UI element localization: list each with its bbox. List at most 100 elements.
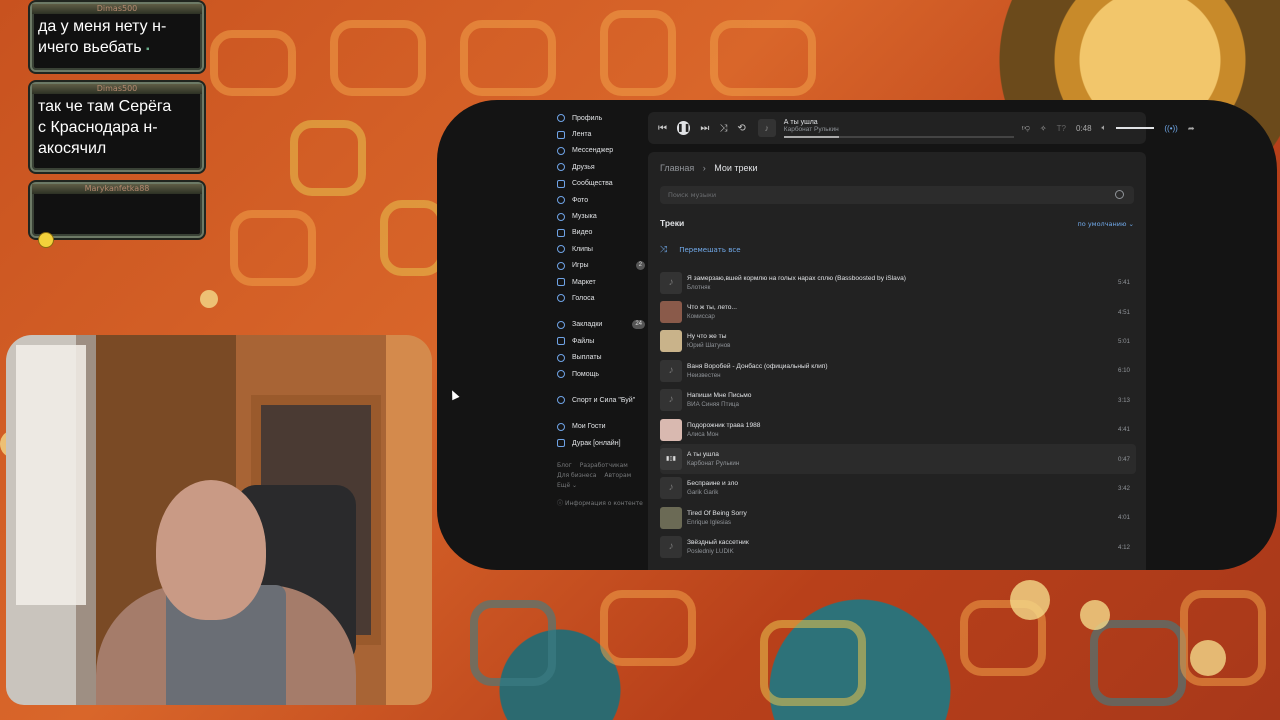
sidebar-item-payments[interactable]: Выплаты xyxy=(557,349,657,365)
sidebar-item-label: Закладки xyxy=(572,321,603,329)
footer-more-link[interactable]: Ещё ⌄ xyxy=(557,482,577,489)
album-cover[interactable] xyxy=(660,506,682,529)
feed-icon xyxy=(557,130,565,139)
sidebar-item-friends[interactable]: Друзья xyxy=(557,159,657,175)
background-pattern xyxy=(210,30,296,96)
track-artist[interactable]: Комиссар xyxy=(687,312,1118,321)
bookmarks-icon xyxy=(557,320,565,329)
content-info-link[interactable]: Информация о контенте xyxy=(565,500,643,507)
album-cover[interactable] xyxy=(660,301,682,324)
sidebar-item-label: Видео xyxy=(572,229,593,237)
track-row[interactable]: ♪ Беспраине и зло Garik Garik 3:42 xyxy=(660,474,1136,503)
chat-text: да у меня нету н- ичего вьебать ▪ xyxy=(32,14,202,66)
sidebar-item-video[interactable]: Видео xyxy=(557,225,657,241)
track-duration: 4:12 xyxy=(1117,543,1130,551)
tracks-section-title: Треки xyxy=(660,218,685,228)
broadcast-icon[interactable]: ((•)) xyxy=(1164,124,1177,133)
track-row[interactable]: Tired Of Being Sorry Enrique Iglesias 4:01 xyxy=(660,503,1136,532)
communities-icon xyxy=(557,179,565,188)
now-playing-artist[interactable]: Карбонат Рулькин xyxy=(784,126,1014,133)
breadcrumb-home[interactable]: Главная xyxy=(660,163,694,173)
sidebar-item-communities[interactable]: Сообщества xyxy=(557,176,657,192)
album-cover[interactable] xyxy=(660,330,682,353)
nav-gap xyxy=(557,382,657,392)
music-note-icon[interactable]: ♪ xyxy=(660,536,682,559)
footer-business-link[interactable]: Для бизнеса xyxy=(557,472,596,479)
background-pattern xyxy=(1090,620,1186,706)
next-track-icon[interactable]: ⏭ xyxy=(700,123,709,134)
track-artist[interactable]: Юрий Шатунов xyxy=(687,341,1118,350)
footer-authors-link[interactable]: Авторам xyxy=(604,472,631,479)
track-duration: 3:42 xyxy=(1117,484,1130,492)
chat-text: так че там Серёга с Краснодара н- акосяч… xyxy=(38,98,172,157)
group-icon xyxy=(557,396,565,405)
track-row[interactable]: Что ж ты, лето... Комиссар 4:51 xyxy=(660,297,1136,326)
track-artist[interactable]: ВИА Синяя Птица xyxy=(687,400,1118,409)
lyrics-icon[interactable]: T? xyxy=(1057,124,1066,133)
sidebar-item-market[interactable]: Маркет xyxy=(557,274,657,290)
sidebar-item-label: Файлы xyxy=(572,337,595,345)
track-row[interactable]: ♪ Напиши Мне Письмо ВИА Синяя Птица 3:13 xyxy=(660,386,1136,415)
track-artist[interactable]: Блотняк xyxy=(687,283,1118,292)
track-row[interactable]: Подорожник трава 1988 Алиса Мон 4:41 xyxy=(660,415,1136,444)
track-row[interactable]: ♪ Ваня Воробей - Донбасс (официальный кли… xyxy=(660,356,1136,385)
chat-message: Dimas500 да у меня нету н- ичего вьебать… xyxy=(30,2,204,72)
track-artist[interactable]: Posledniy LUDIK xyxy=(687,547,1118,556)
progress-bar[interactable] xyxy=(783,135,1014,138)
footer-devs-link[interactable]: Разработчикам xyxy=(580,462,628,469)
volume-icon[interactable]: 🔈︎ xyxy=(1102,123,1107,133)
track-info: Беспраине и зло Garik Garik xyxy=(687,479,1118,497)
sidebar-item-label: Игры xyxy=(572,262,589,270)
sidebar-item-music[interactable]: Музыка xyxy=(557,208,657,224)
music-note-icon[interactable]: ♪ xyxy=(660,271,682,294)
shuffle-all-button[interactable]: ⤨ Перемешать все xyxy=(660,245,741,255)
music-note-icon[interactable]: ♪ xyxy=(660,477,682,500)
sidebar-item-apps[interactable]: Мои Гости xyxy=(557,419,657,435)
sidebar-item-profile[interactable]: Профиль xyxy=(557,110,657,126)
cookie-emoji-icon xyxy=(38,231,54,248)
audio-player: ⏮ ❚❚ ⏭ ⤨ ⟲ ♪ А ты ушла Карбонат Рулькин … xyxy=(648,112,1195,144)
playing-equalizer-icon[interactable]: ▮▯▮ xyxy=(660,448,682,471)
profile-icon xyxy=(557,114,565,123)
search-icon[interactable] xyxy=(1115,190,1124,199)
track-artist[interactable]: Алиса Мон xyxy=(687,430,1118,439)
track-artist[interactable]: Карбонат Рулькин xyxy=(687,459,1118,468)
previous-track-icon[interactable]: ⏮ xyxy=(658,123,667,134)
sidebar-item-games[interactable]: Игры 2 xyxy=(557,258,657,274)
track-row[interactable]: Ну что же ты Юрий Шатунов 5:01 xyxy=(660,327,1136,356)
sidebar-item-bookmarks[interactable]: Закладки 24 xyxy=(557,317,657,333)
sidebar-item-clips[interactable]: Клипы xyxy=(557,241,657,257)
share-icon[interactable]: ➦ xyxy=(1188,124,1195,133)
track-artist[interactable]: Enrique Iglesias xyxy=(687,518,1118,527)
sort-dropdown[interactable]: по умолчанию ⌄ xyxy=(1078,220,1134,228)
sidebar-item-game[interactable]: Дурак [онлайн] xyxy=(557,435,657,451)
music-note-icon[interactable]: ♪ xyxy=(660,359,682,382)
apps-icon xyxy=(557,422,565,431)
track-row[interactable]: ♪ Звёздный кассетник Posledniy LUDIK 4:12 xyxy=(660,533,1136,562)
dislike-icon[interactable]: 👎︎ xyxy=(1022,123,1030,133)
volume-slider[interactable] xyxy=(1116,127,1155,129)
sparkle-icon[interactable]: ✧ xyxy=(1040,124,1047,133)
album-cover[interactable] xyxy=(660,418,682,441)
sidebar-item-files[interactable]: Файлы xyxy=(557,333,657,349)
shuffle-icon[interactable]: ⤨ xyxy=(719,123,727,134)
track-row[interactable]: ♪ Я замерзаю,вшей кормлю на голых нарах с… xyxy=(660,268,1136,297)
breadcrumb-separator: › xyxy=(702,163,706,173)
track-duration: 5:01 xyxy=(1117,337,1130,345)
music-note-icon[interactable]: ♪ xyxy=(660,389,682,412)
sidebar-item-label: Профиль xyxy=(572,114,603,122)
sidebar-item-help[interactable]: Помощь xyxy=(557,366,657,382)
track-row[interactable]: ▮▯▮ А ты ушла Карбонат Рулькин 0:47 xyxy=(660,444,1136,474)
sidebar-item-messenger[interactable]: Мессенджер xyxy=(557,143,657,159)
sidebar-item-group[interactable]: Спорт и Сила "Буй" xyxy=(557,392,657,408)
sidebar-item-votes[interactable]: Голоса xyxy=(557,290,657,306)
track-artist[interactable]: Garik Garik xyxy=(687,488,1118,497)
sidebar-item-label: Маркет xyxy=(572,278,596,286)
sidebar-item-photo[interactable]: Фото xyxy=(557,192,657,208)
sidebar-item-feed[interactable]: Лента xyxy=(557,126,657,142)
search-input[interactable]: Поиск музыки xyxy=(660,186,1134,204)
footer-blog-link[interactable]: Блог xyxy=(557,462,572,469)
repeat-icon[interactable]: ⟲ xyxy=(737,123,745,134)
track-artist[interactable]: Неизвестен xyxy=(687,371,1118,380)
pause-button[interactable]: ❚❚ xyxy=(677,121,691,135)
